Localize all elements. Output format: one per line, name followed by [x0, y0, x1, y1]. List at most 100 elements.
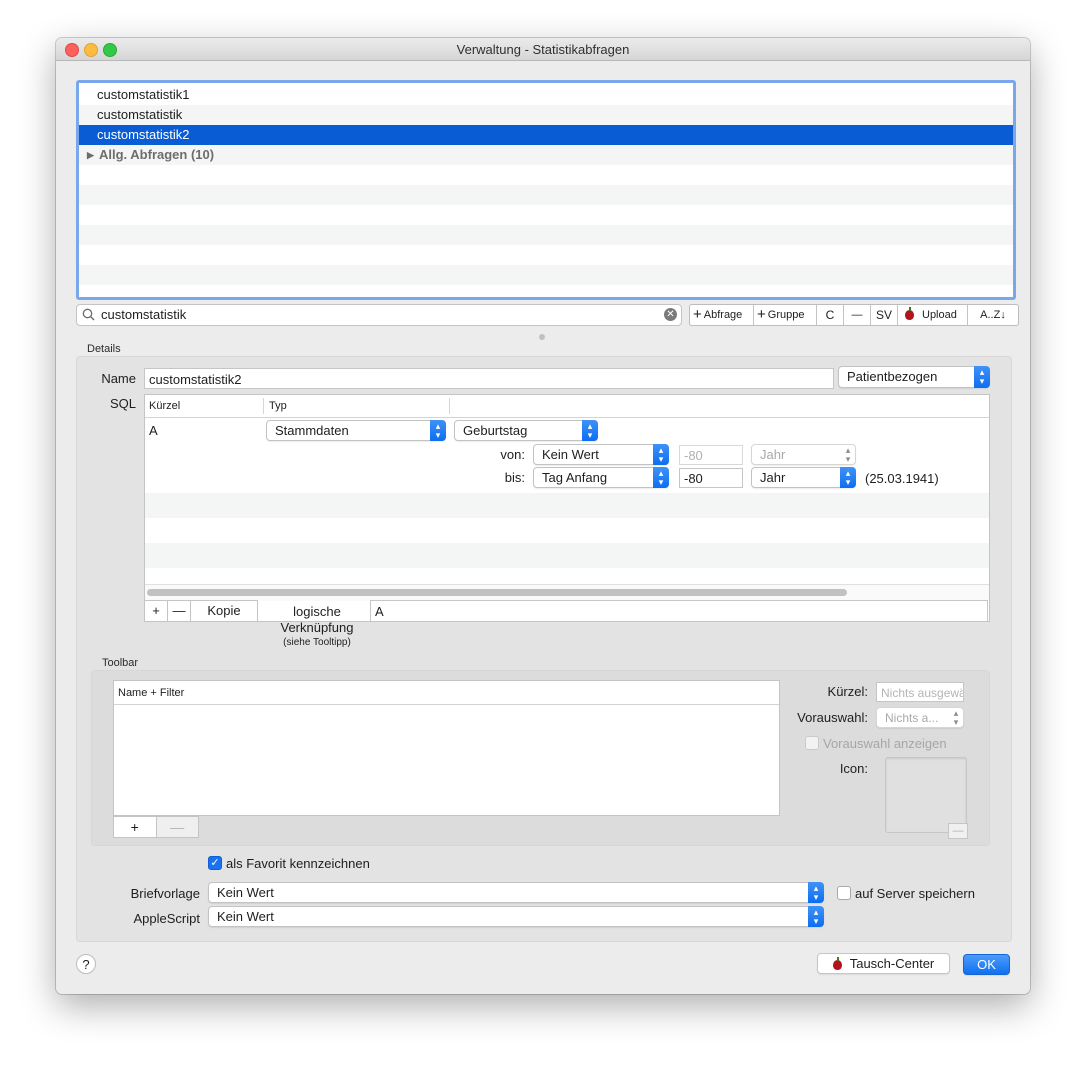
list-item-empty — [79, 265, 1013, 285]
sort-button[interactable]: A..Z↓ — [968, 305, 1018, 325]
popup-arrows-icon: ▴ ▾ — [808, 906, 824, 927]
sql-table-footer: + — Kopie — [144, 600, 258, 622]
vorauswahl-label: Vorauswahl: — [797, 710, 868, 725]
bis-unit-popup[interactable]: Jahr ▴ ▾ — [751, 467, 856, 488]
plus-icon: + — [757, 306, 766, 323]
toolbar-items-table[interactable]: Name + Filter — [113, 680, 780, 816]
kuerzel-field[interactable]: Nichts ausgewählt — [876, 682, 964, 702]
applescript-label: AppleScript — [133, 911, 200, 926]
von-number-field: -80 — [679, 445, 743, 465]
c-button[interactable]: C — [817, 305, 844, 325]
icon-label: Icon: — [839, 761, 868, 776]
icon-well[interactable] — [885, 757, 967, 833]
plus-icon: + — [693, 306, 702, 323]
vorauswahl-anzeigen-checkbox — [805, 736, 819, 750]
popup-arrows-icon: ▴ ▾ — [845, 444, 851, 464]
briefvorlage-popup[interactable]: Kein Wert ▴ ▾ — [208, 882, 824, 903]
clear-search-icon[interactable]: ✕ — [664, 308, 677, 321]
ok-button[interactable]: OK — [963, 954, 1010, 975]
list-item-selected[interactable]: customstatistik2 — [79, 125, 1013, 145]
name-field[interactable]: customstatistik2 — [144, 368, 834, 389]
list-item-empty — [79, 205, 1013, 225]
list-item-empty — [79, 185, 1013, 205]
apple-icon — [832, 956, 842, 970]
copy-row-button[interactable]: Kopie — [191, 601, 257, 621]
column-divider — [449, 398, 450, 414]
main-window: Verwaltung - Statistikabfragen customsta… — [56, 38, 1030, 994]
list-toolbar: + Abfrage + Gruppe C — SV Upload A..Z↓ — [689, 304, 1019, 326]
help-button[interactable]: ? — [76, 954, 96, 974]
add-toolbar-item-button[interactable]: + — [114, 817, 157, 837]
horizontal-scrollbar-track[interactable] — [145, 584, 989, 601]
popup-arrows-icon: ▴ ▾ — [653, 444, 669, 465]
name-label: Name — [101, 371, 136, 386]
server-save-label: auf Server speichern — [855, 886, 975, 901]
sql-label: SQL — [109, 396, 136, 411]
vorauswahl-popup: Nichts a... ▴ ▾ — [876, 707, 964, 728]
popup-arrows-icon: ▴ ▾ — [808, 882, 824, 903]
bis-result-date: (25.03.1941) — [865, 471, 939, 486]
favorite-checkbox[interactable]: ✓ — [208, 856, 222, 870]
search-input[interactable]: customstatistik ✕ — [76, 304, 682, 326]
logic-label: logische Verknüpfung (siehe Tooltipp) — [280, 604, 354, 648]
list-item-empty — [79, 225, 1013, 245]
favorite-label: als Favorit kennzeichnen — [226, 856, 370, 871]
checkmark-icon: ✓ — [210, 857, 220, 869]
toolbar-section-label: Toolbar — [102, 657, 139, 669]
remove-button[interactable]: — — [844, 305, 871, 325]
logic-expression-field[interactable]: A — [370, 600, 988, 622]
von-popup[interactable]: Kein Wert ▴ ▾ — [533, 444, 669, 465]
remove-row-button[interactable]: — — [168, 601, 191, 621]
list-item[interactable]: customstatistik — [79, 105, 1013, 125]
popup-arrows-icon: ▴ ▾ — [653, 467, 669, 488]
table-row-empty — [145, 543, 989, 568]
sql-table[interactable]: Kürzel Typ A Stammdaten ▴ ▾ Geburtstag ▴ ▾… — [144, 394, 990, 622]
list-item-empty — [79, 245, 1013, 265]
disclosure-triangle-icon[interactable]: ▶ — [87, 145, 94, 165]
row-kuerzel: A — [149, 423, 158, 438]
split-view-handle[interactable] — [539, 334, 545, 340]
column-divider — [263, 398, 264, 414]
add-row-button[interactable]: + — [145, 601, 168, 621]
group-label: Allg. Abfragen (10) — [99, 147, 215, 162]
kuerzel-label: Kürzel: — [827, 684, 868, 699]
typ-popup[interactable]: Stammdaten ▴ ▾ — [266, 420, 446, 441]
list-item[interactable]: customstatistik1 — [79, 85, 1013, 105]
column-header-name-filter[interactable]: Name + Filter — [118, 687, 184, 699]
sv-button[interactable]: SV — [871, 305, 898, 325]
horizontal-scrollbar-thumb[interactable] — [147, 589, 847, 596]
table-row[interactable]: A Stammdaten ▴ ▾ Geburtstag ▴ ▾ von: Kein … — [145, 418, 989, 492]
list-item-empty — [79, 165, 1013, 185]
vorauswahl-anzeigen-label: Vorauswahl anzeigen — [823, 736, 947, 751]
bis-number-field[interactable]: -80 — [679, 468, 743, 488]
scope-popup[interactable]: Patientbezogen ▴ ▾ — [838, 366, 990, 388]
popup-arrows-icon: ▴ ▾ — [974, 366, 990, 388]
popup-arrows-icon: ▴ ▾ — [430, 420, 446, 441]
column-header-typ[interactable]: Typ — [269, 400, 287, 412]
query-list[interactable]: customstatistik1 customstatistik customs… — [76, 80, 1016, 300]
title-bar: Verwaltung - Statistikabfragen — [56, 38, 1030, 61]
popup-arrows-icon: ▴ ▾ — [953, 707, 959, 727]
applescript-popup[interactable]: Kein Wert ▴ ▾ — [208, 906, 824, 927]
server-save-checkbox[interactable] — [837, 886, 851, 900]
remove-toolbar-item-button: — — [156, 817, 198, 837]
add-group-button[interactable]: + Gruppe — [754, 305, 817, 325]
search-icon — [82, 308, 95, 321]
upload-button[interactable]: Upload — [898, 305, 968, 325]
table-row-empty — [145, 518, 989, 543]
search-value: customstatistik — [101, 307, 187, 322]
tausch-center-button[interactable]: Tausch-Center — [817, 953, 950, 974]
add-query-button[interactable]: + Abfrage — [690, 305, 754, 325]
bis-popup[interactable]: Tag Anfang ▴ ▾ — [533, 467, 669, 488]
popup-arrows-icon: ▴ ▾ — [582, 420, 598, 441]
von-label: von: — [500, 447, 525, 462]
list-group-row[interactable]: ▶ Allg. Abfragen (10) — [79, 145, 1013, 165]
toolbar-table-header: Name + Filter — [114, 681, 779, 705]
briefvorlage-label: Briefvorlage — [130, 886, 200, 901]
sql-table-header: Kürzel Typ — [145, 395, 989, 418]
window-title: Verwaltung - Statistikabfragen — [456, 42, 630, 57]
column-header-kuerzel[interactable]: Kürzel — [149, 400, 180, 412]
field-popup[interactable]: Geburtstag ▴ ▾ — [454, 420, 598, 441]
bis-label: bis: — [504, 470, 525, 485]
popup-arrows-icon: ▴ ▾ — [840, 467, 856, 488]
